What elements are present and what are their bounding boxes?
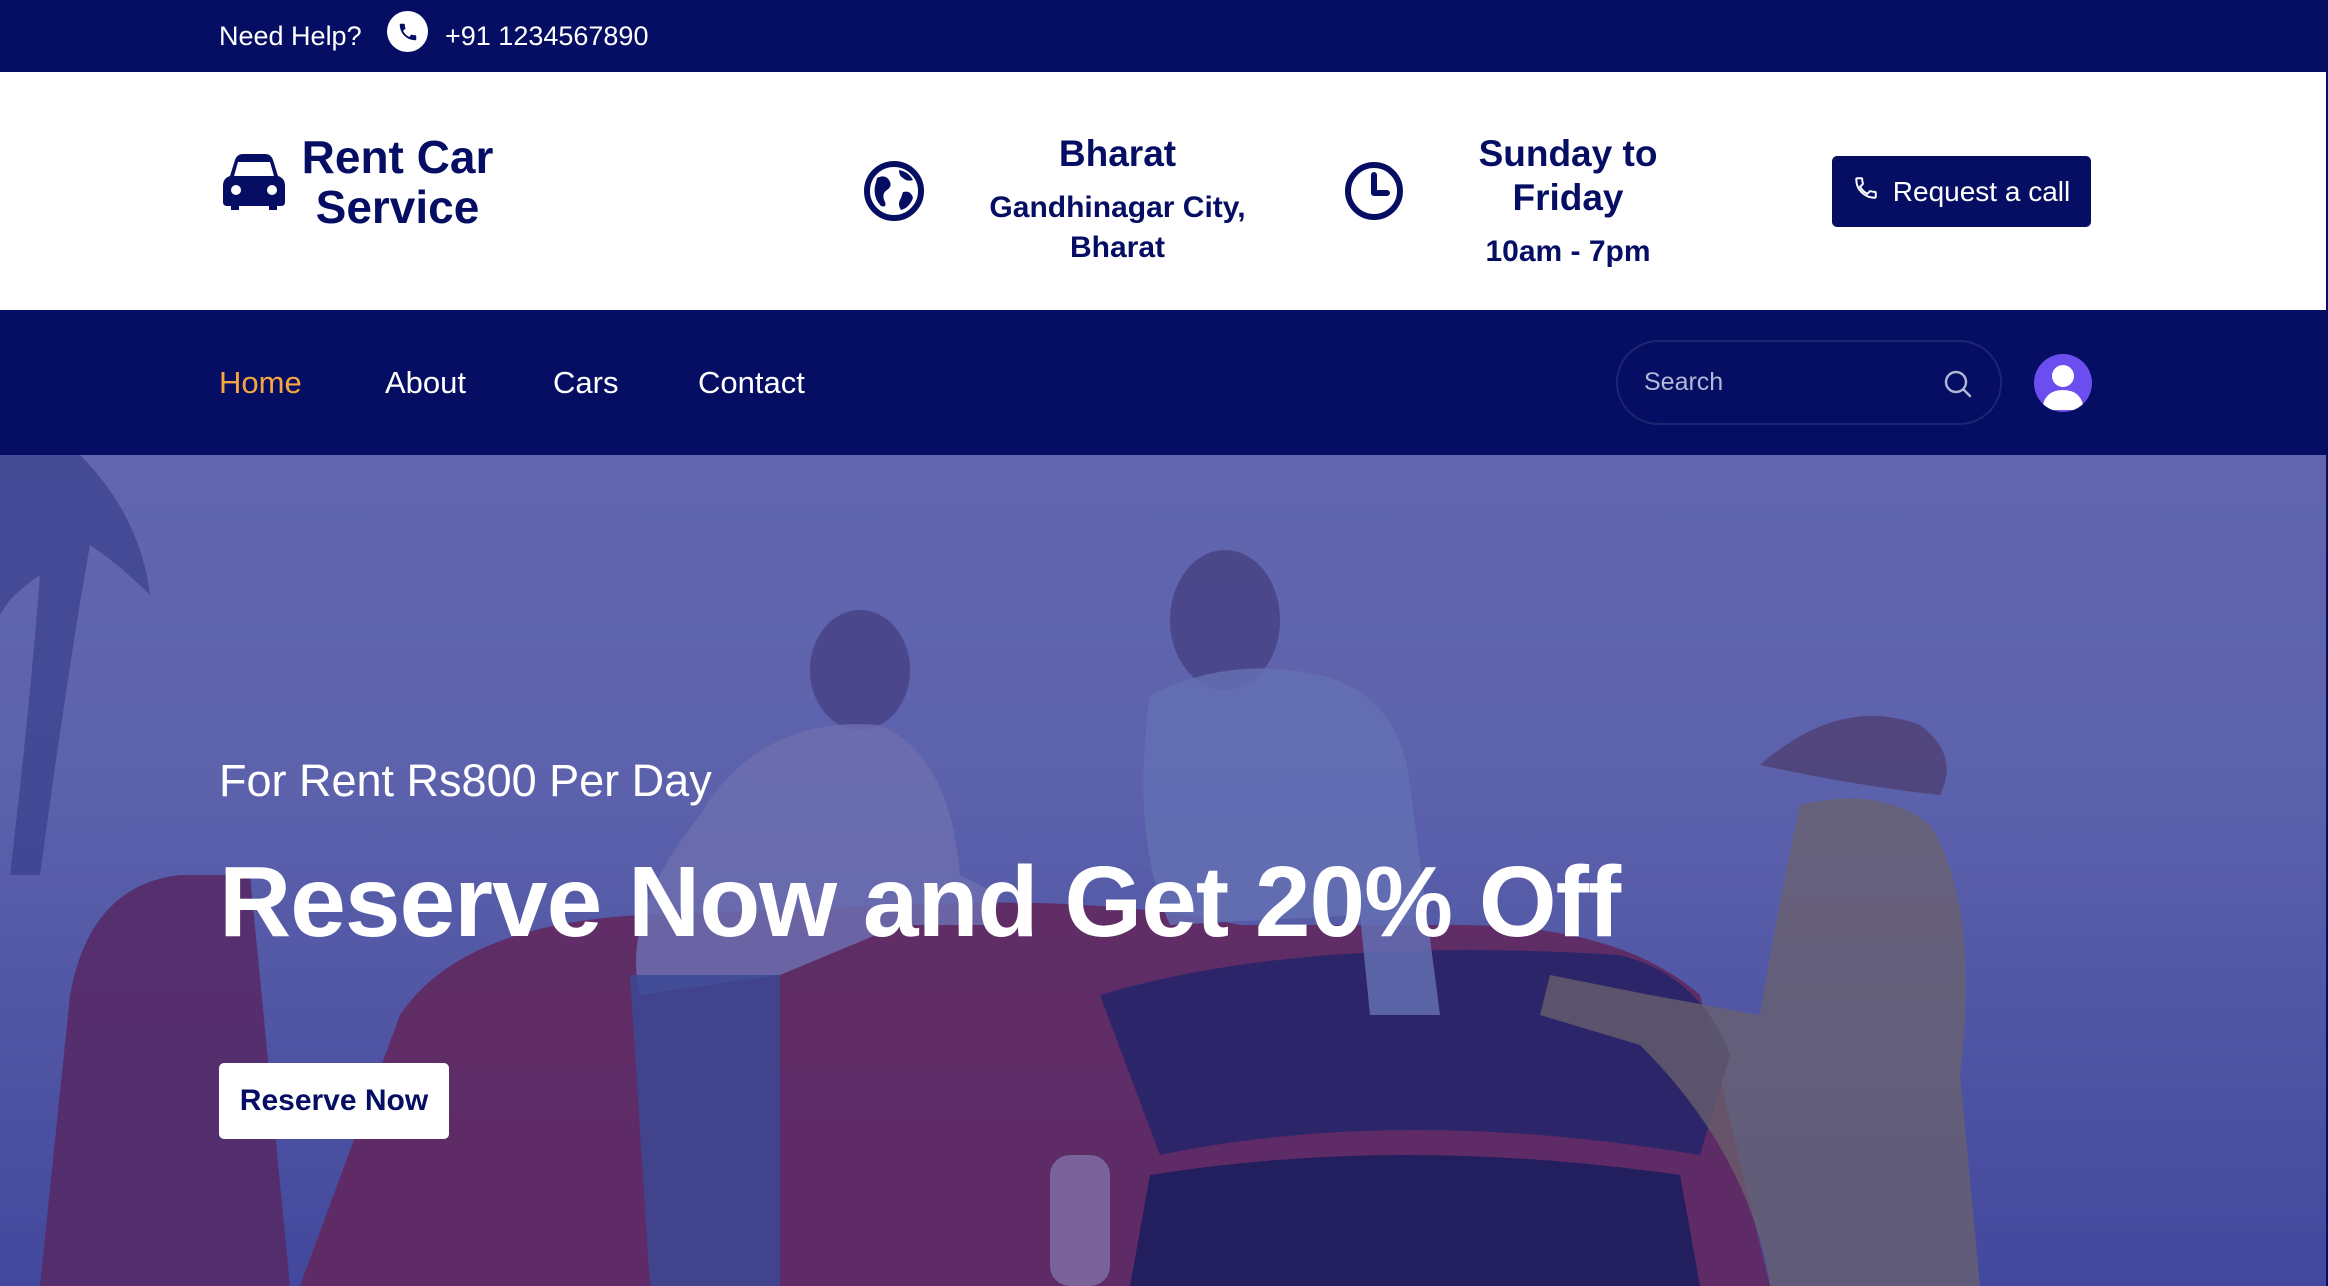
nav-contact[interactable]: Contact bbox=[698, 310, 805, 455]
hero-subtitle: For Rent Rs800 Per Day bbox=[219, 755, 712, 806]
header: Rent Car Service Bharat Gandhinagar City… bbox=[0, 72, 2328, 310]
hero-banner: For Rent Rs800 Per Day Reserve Now and G… bbox=[0, 455, 2328, 1286]
hours-title: Sunday to Friday bbox=[1478, 133, 1658, 218]
need-help-label: Need Help? bbox=[219, 20, 362, 51]
top-bar: Need Help? +91 1234567890 bbox=[0, 0, 2328, 72]
phone-icon bbox=[387, 11, 428, 52]
main-nav: Home About Cars Contact bbox=[0, 310, 2328, 455]
phone-outline-icon bbox=[1853, 175, 1879, 208]
brand-logo[interactable]: Rent Car Service bbox=[300, 132, 495, 232]
hours-info: Sunday to Friday 10am - 7pm bbox=[1418, 132, 1718, 272]
request-call-button[interactable]: Request a call bbox=[1832, 156, 2091, 227]
car-icon bbox=[221, 152, 287, 212]
hero-title: Reserve Now and Get 20% Off bbox=[219, 846, 1621, 958]
search-box bbox=[1616, 340, 2002, 425]
nav-cars[interactable]: Cars bbox=[553, 310, 618, 455]
clock-icon bbox=[1343, 160, 1405, 222]
phone-number-link[interactable]: +91 1234567890 bbox=[445, 0, 648, 72]
nav-about[interactable]: About bbox=[385, 310, 466, 455]
brand-name-line2: Service bbox=[315, 181, 480, 233]
location-subtitle: Gandhinagar City, Bharat bbox=[989, 191, 1246, 264]
location-title: Bharat bbox=[1058, 133, 1177, 174]
hours-subtitle: 10am - 7pm bbox=[1485, 235, 1651, 268]
request-call-label: Request a call bbox=[1892, 175, 2071, 207]
brand-name-line1: Rent Car bbox=[301, 131, 494, 183]
nav-home[interactable]: Home bbox=[219, 310, 302, 455]
location-info: Bharat Gandhinagar City, Bharat bbox=[940, 132, 1295, 268]
globe-icon bbox=[863, 160, 925, 222]
user-avatar[interactable] bbox=[2034, 354, 2092, 412]
search-icon[interactable] bbox=[1942, 368, 1974, 400]
reserve-now-button[interactable]: Reserve Now bbox=[219, 1063, 449, 1139]
search-input[interactable] bbox=[1644, 368, 1934, 397]
